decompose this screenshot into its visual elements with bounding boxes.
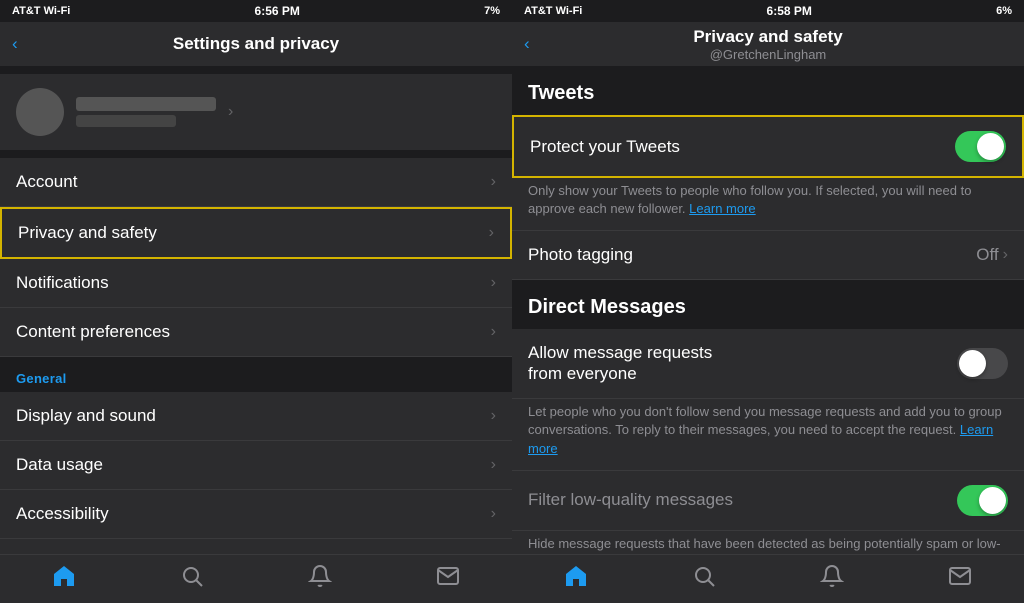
allow-message-toggle[interactable] [957, 348, 1008, 379]
protect-tweets-row[interactable]: Protect your Tweets [512, 115, 1024, 178]
notifications-label: Notifications [16, 273, 109, 293]
right-content: Tweets Protect your Tweets Only show you… [512, 66, 1024, 554]
right-status-bar: AT&T Wi-Fi 6:58 PM 6% [512, 0, 1024, 22]
allow-message-knob [959, 350, 986, 377]
settings-item-content[interactable]: Content preferences › [0, 308, 512, 357]
filter-low-quality-description: Hide message requests that have been det… [512, 531, 1024, 554]
settings-item-accessibility[interactable]: Accessibility › [0, 490, 512, 539]
right-tab-search[interactable] [692, 564, 716, 594]
profile-name [76, 97, 216, 111]
right-phone-panel: AT&T Wi-Fi 6:58 PM 6% ‹ Privacy and safe… [512, 0, 1024, 603]
right-carrier: AT&T Wi-Fi [524, 5, 582, 17]
filter-low-quality-label: Filter low-quality messages [528, 490, 957, 510]
photo-tagging-value: Off [976, 245, 998, 265]
allow-message-description: Let people who you don't follow send you… [512, 399, 1024, 471]
left-back-button[interactable]: ‹ [12, 34, 18, 54]
tweets-section-title: Tweets [512, 66, 1024, 115]
dm-section-title: Direct Messages [512, 280, 1024, 329]
left-nav-bar: ‹ Settings and privacy [0, 22, 512, 66]
settings-item-display[interactable]: Display and sound › [0, 392, 512, 441]
right-time: 6:58 PM [767, 4, 812, 18]
display-label: Display and sound [16, 406, 156, 426]
left-settings-list: › Account › Privacy and safety › Notific… [0, 66, 512, 554]
photo-tagging-chevron: › [1003, 246, 1008, 264]
left-carrier: AT&T Wi-Fi [12, 5, 70, 17]
protect-tweets-toggle[interactable] [955, 131, 1006, 162]
data-label: Data usage [16, 455, 103, 475]
right-tab-bar [512, 554, 1024, 603]
privacy-label: Privacy and safety [18, 223, 157, 243]
right-tab-messages[interactable] [948, 564, 972, 594]
profile-handle [76, 115, 176, 127]
left-nav-title: Settings and privacy [173, 34, 339, 54]
protect-tweets-knob [977, 133, 1004, 160]
left-phone-panel: AT&T Wi-Fi 6:56 PM 7% ‹ Settings and pri… [0, 0, 512, 603]
profile-chevron: › [228, 103, 233, 121]
profile-info [76, 97, 216, 127]
tab-messages[interactable] [436, 564, 460, 594]
tab-home[interactable] [52, 564, 76, 594]
account-chevron: › [491, 173, 496, 191]
right-battery: 6% [996, 5, 1012, 17]
filter-low-quality-knob [979, 487, 1006, 514]
right-nav-bar: ‹ Privacy and safety @GretchenLingham [512, 22, 1024, 66]
privacy-chevron: › [489, 224, 494, 242]
left-time: 6:56 PM [255, 4, 300, 18]
content-chevron: › [491, 323, 496, 341]
display-chevron: › [491, 407, 496, 425]
account-label: Account [16, 172, 77, 192]
photo-tagging-row[interactable]: Photo tagging Off › [512, 231, 1024, 280]
content-label: Content preferences [16, 322, 170, 342]
filter-low-quality-toggle[interactable] [957, 485, 1008, 516]
protect-learn-more-link[interactable]: Learn more [689, 201, 755, 216]
protect-tweets-description: Only show your Tweets to people who foll… [512, 178, 1024, 231]
profile-section[interactable]: › [0, 74, 512, 150]
accessibility-label: Accessibility [16, 504, 109, 524]
right-nav-title: Privacy and safety [693, 27, 842, 47]
general-section-header: General [16, 371, 67, 386]
left-tab-bar [0, 554, 512, 603]
settings-item-privacy[interactable]: Privacy and safety › [0, 207, 512, 259]
tab-notifications[interactable] [308, 564, 332, 594]
right-back-button[interactable]: ‹ [524, 34, 530, 54]
right-tab-home[interactable] [564, 564, 588, 594]
accessibility-chevron: › [491, 505, 496, 523]
filter-low-quality-row[interactable]: Filter low-quality messages [512, 471, 1024, 531]
general-section-gap: General [0, 357, 512, 392]
settings-item-notifications[interactable]: Notifications › [0, 259, 512, 308]
settings-item-account[interactable]: Account › [0, 158, 512, 207]
allow-message-row[interactable]: Allow message requestsfrom everyone [512, 329, 1024, 399]
left-battery: 7% [484, 5, 500, 17]
allow-message-label: Allow message requestsfrom everyone [528, 343, 957, 384]
protect-tweets-label: Protect your Tweets [530, 137, 955, 157]
settings-item-data[interactable]: Data usage › [0, 441, 512, 490]
profile-avatar [16, 88, 64, 136]
notifications-chevron: › [491, 274, 496, 292]
right-nav-subtitle: @GretchenLingham [710, 47, 827, 62]
settings-item-about[interactable]: About Twitter › [0, 539, 512, 554]
left-status-bar: AT&T Wi-Fi 6:56 PM 7% [0, 0, 512, 22]
tab-search[interactable] [180, 564, 204, 594]
right-tab-notifications[interactable] [820, 564, 844, 594]
data-chevron: › [491, 456, 496, 474]
photo-tagging-label: Photo tagging [528, 245, 976, 265]
